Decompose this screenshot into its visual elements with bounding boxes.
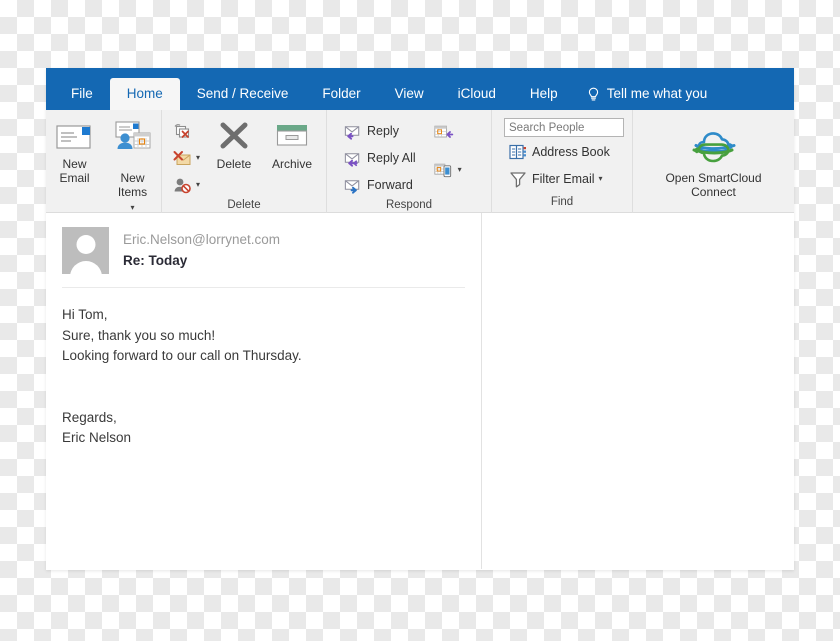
archive-button[interactable]: Archive xyxy=(264,116,320,171)
lightbulb-icon xyxy=(587,87,600,102)
ribbon: New Email xyxy=(46,110,794,213)
tell-me-label: Tell me what you xyxy=(607,78,708,110)
forward-label: Forward xyxy=(367,178,413,192)
tab-home[interactable]: Home xyxy=(110,78,180,110)
ribbon-group-smartcloud-label xyxy=(633,199,794,213)
message-body[interactable]: Hi Tom, Sure, thank you so much! Looking… xyxy=(46,288,481,449)
address-book-button[interactable]: Address Book xyxy=(504,140,614,164)
body-spacer xyxy=(62,367,465,408)
ignore-button[interactable] xyxy=(168,119,204,143)
body-line: Sure, thank you so much! xyxy=(62,326,465,347)
ribbon-tab-strip: File Home Send / Receive Folder View iCl… xyxy=(46,68,794,110)
open-smartcloud-connect-label: Open SmartCloud Connect xyxy=(665,171,761,199)
body-line: Looking forward to our call on Thursday. xyxy=(62,346,465,367)
new-items-label: New Items ▾ xyxy=(118,157,147,213)
block-sender-icon xyxy=(172,175,192,195)
chevron-down-icon: ▾ xyxy=(458,166,462,174)
archive-box-icon xyxy=(274,118,310,154)
address-book-icon xyxy=(508,142,528,162)
chevron-down-icon: ▾ xyxy=(130,203,134,212)
ribbon-group-new: New Email xyxy=(46,110,162,213)
reply-all-button[interactable]: Reply All xyxy=(339,146,420,170)
ribbon-group-delete: ▾ ▾ xyxy=(162,110,327,213)
new-email-button[interactable]: New Email xyxy=(47,116,103,185)
message-pane: Eric.Nelson@lorrynet.com Re: Today Hi To… xyxy=(46,213,482,569)
filter-email-button[interactable]: Filter Email ▾ xyxy=(504,167,607,191)
tell-me-search[interactable]: Tell me what you xyxy=(575,78,725,110)
ignore-conversation-icon xyxy=(172,121,192,141)
new-items-icon xyxy=(113,118,153,154)
archive-label: Archive xyxy=(272,157,312,171)
block-sender-button[interactable]: ▾ xyxy=(168,173,204,197)
ribbon-group-find-label: Find xyxy=(492,194,632,213)
meeting-button[interactable] xyxy=(430,120,466,144)
delete-x-icon xyxy=(218,118,250,154)
reply-all-label: Reply All xyxy=(367,151,416,165)
chevron-down-icon: ▾ xyxy=(599,175,603,183)
new-items-button[interactable]: New Items ▾ xyxy=(105,116,161,213)
filter-email-label: Filter Email xyxy=(532,172,595,186)
message-header: Eric.Nelson@lorrynet.com Re: Today xyxy=(46,213,481,274)
delete-label: Delete xyxy=(217,157,252,171)
reply-label: Reply xyxy=(367,124,399,138)
signature-line: Eric Nelson xyxy=(62,428,465,449)
junk-mail-icon xyxy=(172,148,192,168)
message-subject: Re: Today xyxy=(123,250,280,272)
chevron-down-icon: ▾ xyxy=(196,181,200,189)
respond-small-buttons: Reply Reply All xyxy=(339,116,420,197)
message-header-text: Eric.Nelson@lorrynet.com Re: Today xyxy=(109,227,280,272)
avatar xyxy=(62,227,109,274)
reply-all-icon xyxy=(343,148,363,168)
tab-send-receive[interactable]: Send / Receive xyxy=(180,78,306,110)
tab-folder[interactable]: Folder xyxy=(305,78,377,110)
reply-icon xyxy=(343,121,363,141)
reading-pane-area: Eric.Nelson@lorrynet.com Re: Today Hi To… xyxy=(46,213,794,569)
respond-extra-buttons: ▾ xyxy=(430,116,466,182)
meeting-reply-icon xyxy=(434,122,454,142)
forward-button[interactable]: Forward xyxy=(339,173,420,197)
forward-icon xyxy=(343,175,363,195)
address-book-label: Address Book xyxy=(532,145,610,159)
search-people-input[interactable] xyxy=(504,118,624,137)
ribbon-group-smartcloud: Open SmartCloud Connect xyxy=(633,110,794,213)
filter-funnel-icon xyxy=(508,169,528,189)
avatar-head xyxy=(76,235,95,254)
message-sender[interactable]: Eric.Nelson@lorrynet.com xyxy=(123,230,280,250)
ribbon-group-respond-label: Respond xyxy=(327,197,491,214)
ribbon-group-respond: Reply Reply All xyxy=(327,110,492,213)
ribbon-group-delete-label: Delete xyxy=(162,197,326,214)
page-background: File Home Send / Receive Folder View iCl… xyxy=(0,0,840,641)
tab-file[interactable]: File xyxy=(54,78,110,110)
avatar-body xyxy=(70,261,102,274)
delete-button[interactable]: Delete xyxy=(206,116,262,171)
tab-icloud[interactable]: iCloud xyxy=(441,78,513,110)
delete-small-buttons: ▾ ▾ xyxy=(168,116,204,197)
new-items-text: New Items xyxy=(118,171,147,199)
open-smartcloud-connect-button[interactable]: Open SmartCloud Connect xyxy=(644,124,784,199)
chevron-down-icon: ▾ xyxy=(196,154,200,162)
ribbon-group-find: Address Book Filter Email ▾ Find xyxy=(492,110,633,213)
smartcloud-connect-icon xyxy=(686,126,742,168)
tab-help[interactable]: Help xyxy=(513,78,575,110)
new-email-label: New Email xyxy=(59,157,89,185)
body-line: Hi Tom, xyxy=(62,305,465,326)
reply-button[interactable]: Reply xyxy=(339,119,420,143)
right-empty-pane xyxy=(482,213,794,569)
tab-view[interactable]: View xyxy=(378,78,441,110)
im-reply-icon xyxy=(434,160,454,180)
im-reply-button[interactable]: ▾ xyxy=(430,158,466,182)
new-email-icon xyxy=(56,118,93,154)
junk-button[interactable]: ▾ xyxy=(168,146,204,170)
outlook-window: File Home Send / Receive Folder View iCl… xyxy=(46,68,794,570)
signature-line: Regards, xyxy=(62,408,465,429)
